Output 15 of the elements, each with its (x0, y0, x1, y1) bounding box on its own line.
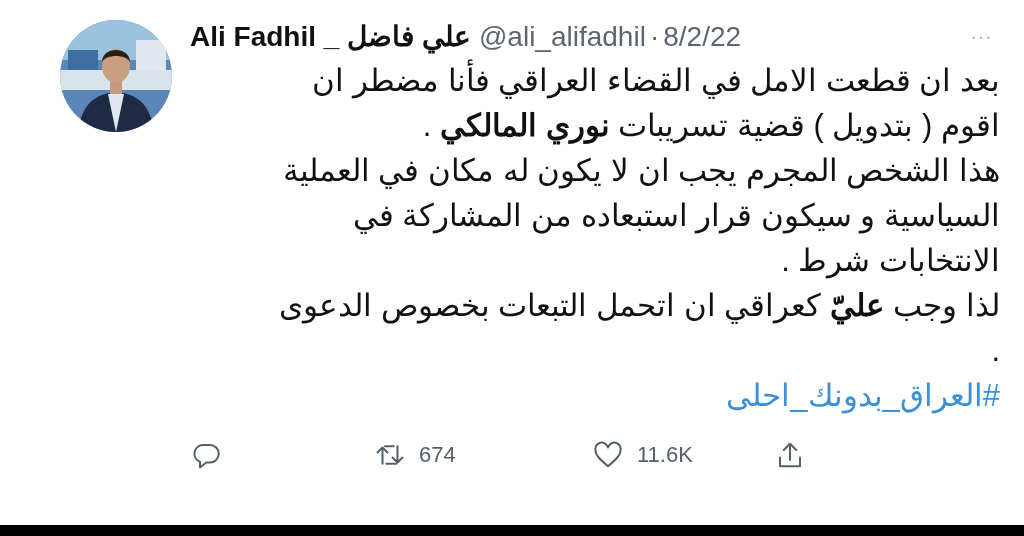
tweet-date[interactable]: 8/2/22 (663, 18, 742, 56)
heart-icon (593, 439, 623, 470)
author-name[interactable]: Ali Fadhil _ علي فاضل (190, 18, 471, 56)
hashtag-link[interactable]: #العراق_بدونك_احلى (726, 373, 1000, 418)
tweet-text-line: لذا وجب عليّ كعراقي ان اتحمل التبعات بخصوص الدعوى (278, 287, 1000, 327)
author-handle[interactable]: @ali_alifadhil (478, 18, 646, 56)
tweet-text-line: السياسية و سيكون قرار استبعاده من المشاركة في (351, 197, 1000, 236)
tweet-text-line: . (990, 332, 1000, 370)
retweet-button[interactable]: 674 (375, 438, 456, 471)
separator-dot: · (649, 20, 660, 54)
tweet-text-line: هذا الشخص المجرم يجب ان لا يكون له مكان في العملية (281, 152, 1000, 191)
tweet-text-line: اقوم ( بتدويل ) قضية تسريبات نوري المالكي . (421, 107, 1000, 147)
like-button[interactable]: 11.6K (593, 438, 693, 471)
tweet-text-line: بعد ان قطعت الامل في القضاء العراقي فأنا مضطر ان (190, 58, 1000, 103)
tweet-text-line: الانتخابات شرط . (780, 242, 1000, 281)
